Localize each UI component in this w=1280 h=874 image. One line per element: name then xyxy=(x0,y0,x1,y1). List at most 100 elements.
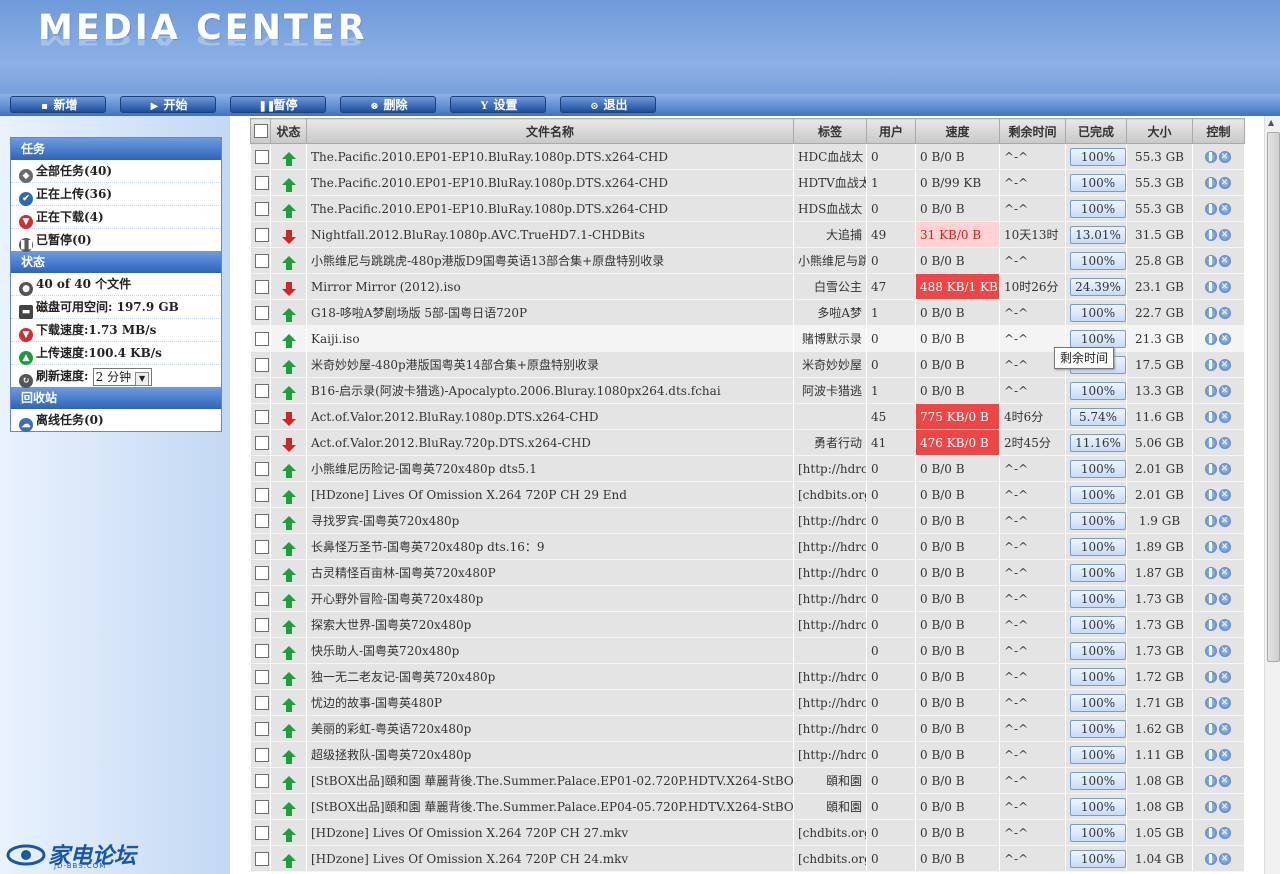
row-filename[interactable]: Mirror Mirror (2012).iso xyxy=(306,273,794,300)
row-filename[interactable]: 长鼻怪万圣节-国粤英720x480p dts.16：9 xyxy=(306,533,794,560)
row-select-cell[interactable] xyxy=(250,533,271,560)
table-row[interactable]: 寻找罗宾-国粤英720x480p[http://hdroad.c00 B/0 B… xyxy=(250,507,1245,534)
col-status[interactable]: 状态 xyxy=(270,118,307,144)
pause-task-icon[interactable]: ❚ xyxy=(1204,151,1217,163)
pause-task-icon[interactable]: ❚ xyxy=(1204,645,1217,657)
pause-task-icon[interactable]: ❚ xyxy=(1204,593,1217,605)
pause-task-icon[interactable]: ❚ xyxy=(1204,697,1217,709)
table-row[interactable]: [HDzone] Lives Of Omission X.264 720P CH… xyxy=(250,845,1245,872)
row-checkbox[interactable] xyxy=(254,669,269,684)
table-row[interactable]: Act.of.Valor.2012.BluRay.720p.DTS.x264-C… xyxy=(250,429,1245,456)
row-select-cell[interactable] xyxy=(250,169,271,196)
remove-task-icon[interactable]: ✕ xyxy=(1218,775,1231,787)
pause-task-icon[interactable]: ❚ xyxy=(1204,177,1217,189)
toolbar-button-1[interactable]: ▶ 开始 xyxy=(120,96,216,113)
col-filename[interactable]: 文件名称 xyxy=(306,118,794,144)
row-checkbox[interactable] xyxy=(254,149,269,164)
row-select-cell[interactable] xyxy=(250,559,271,586)
row-checkbox[interactable] xyxy=(254,747,269,762)
remove-task-icon[interactable]: ✕ xyxy=(1218,645,1231,657)
select-all-header[interactable] xyxy=(250,118,271,144)
row-checkbox[interactable] xyxy=(254,565,269,580)
row-select-cell[interactable] xyxy=(250,793,271,820)
remove-task-icon[interactable]: ✕ xyxy=(1218,437,1231,449)
row-select-cell[interactable] xyxy=(250,143,271,170)
row-filename[interactable]: Kaiji.iso xyxy=(306,325,794,352)
table-row[interactable]: [HDzone] Lives Of Omission X.264 720P CH… xyxy=(250,481,1245,508)
col-speed[interactable]: 速度 xyxy=(915,118,1000,144)
pause-task-icon[interactable]: ❚ xyxy=(1204,567,1217,579)
row-checkbox[interactable] xyxy=(254,461,269,476)
row-checkbox[interactable] xyxy=(254,721,269,736)
pause-task-icon[interactable]: ❚ xyxy=(1204,853,1217,865)
table-row[interactable]: Act.of.Valor.2012.BluRay.1080p.DTS.x264-… xyxy=(250,403,1245,430)
row-filename[interactable]: The.Pacific.2010.EP01-EP10.BluRay.1080p.… xyxy=(306,195,794,222)
remove-task-icon[interactable]: ✕ xyxy=(1218,385,1231,397)
toolbar-button-2[interactable]: ❚❚暂停 xyxy=(230,96,326,113)
row-filename[interactable]: 快乐助人-国粤英720x480p xyxy=(306,637,794,664)
col-size[interactable]: 大小 xyxy=(1126,118,1193,144)
toolbar-button-4[interactable]: Y 设置 xyxy=(450,96,546,113)
row-select-cell[interactable] xyxy=(250,715,271,742)
table-row[interactable]: 独一无二老友记-国粤英720x480p[http://hdroad.c00 B/… xyxy=(250,663,1245,690)
row-checkbox[interactable] xyxy=(254,825,269,840)
remove-task-icon[interactable]: ✕ xyxy=(1218,567,1231,579)
row-filename[interactable]: G18-哆啦A梦剧场版 5部-国粤日语720P xyxy=(306,299,794,326)
vertical-scrollbar[interactable]: ▲ xyxy=(1264,116,1280,874)
remove-task-icon[interactable]: ✕ xyxy=(1218,593,1231,605)
pause-task-icon[interactable]: ❚ xyxy=(1204,749,1217,761)
remove-task-icon[interactable]: ✕ xyxy=(1218,853,1231,865)
row-select-cell[interactable] xyxy=(250,455,271,482)
table-row[interactable]: The.Pacific.2010.EP01-EP10.BluRay.1080p.… xyxy=(250,169,1245,196)
pause-task-icon[interactable]: ❚ xyxy=(1204,411,1217,423)
row-checkbox[interactable] xyxy=(254,279,269,294)
remove-task-icon[interactable]: ✕ xyxy=(1218,307,1231,319)
row-filename[interactable]: 开心野外冒险-国粤英720x480p xyxy=(306,585,794,612)
scrollbar-thumb[interactable] xyxy=(1267,132,1280,662)
pause-task-icon[interactable]: ❚ xyxy=(1204,775,1217,787)
table-row[interactable]: B16-启示录(阿波卡猎逃)-Apocalypto.2006.Bluray.10… xyxy=(250,377,1245,404)
row-checkbox[interactable] xyxy=(254,357,269,372)
row-filename[interactable]: [HDzone] Lives Of Omission X.264 720P CH… xyxy=(306,481,794,508)
pause-task-icon[interactable]: ❚ xyxy=(1204,385,1217,397)
remove-task-icon[interactable]: ✕ xyxy=(1218,177,1231,189)
row-select-cell[interactable] xyxy=(250,767,271,794)
row-select-cell[interactable] xyxy=(250,247,271,274)
row-select-cell[interactable] xyxy=(250,637,271,664)
row-select-cell[interactable] xyxy=(250,403,271,430)
pause-task-icon[interactable]: ❚ xyxy=(1204,463,1217,475)
row-checkbox[interactable] xyxy=(254,643,269,658)
row-filename[interactable]: [HDzone] Lives Of Omission X.264 720P CH… xyxy=(306,819,794,846)
row-select-cell[interactable] xyxy=(250,611,271,638)
row-checkbox[interactable] xyxy=(254,201,269,216)
row-filename[interactable]: The.Pacific.2010.EP01-EP10.BluRay.1080p.… xyxy=(306,143,794,170)
table-row[interactable]: 开心野外冒险-国粤英720x480p[http://hdroad.c00 B/0… xyxy=(250,585,1245,612)
remove-task-icon[interactable]: ✕ xyxy=(1218,463,1231,475)
row-checkbox[interactable] xyxy=(254,305,269,320)
row-select-cell[interactable] xyxy=(250,429,271,456)
remove-task-icon[interactable]: ✕ xyxy=(1218,541,1231,553)
sidebar-item-task-2[interactable]: ▼ 正在下载(4) xyxy=(11,206,221,229)
pause-task-icon[interactable]: ❚ xyxy=(1204,515,1217,527)
row-select-cell[interactable] xyxy=(250,221,271,248)
table-row[interactable]: 小熊维尼历险记-国粤英720x480p dts5.1[http://hdroad… xyxy=(250,455,1245,482)
row-select-cell[interactable] xyxy=(250,663,271,690)
row-select-cell[interactable] xyxy=(250,351,271,378)
remove-task-icon[interactable]: ✕ xyxy=(1218,723,1231,735)
pause-task-icon[interactable]: ❚ xyxy=(1204,333,1217,345)
pause-task-icon[interactable]: ❚ xyxy=(1204,203,1217,215)
col-tag[interactable]: 标签 xyxy=(793,118,867,144)
pause-task-icon[interactable]: ❚ xyxy=(1204,827,1217,839)
table-row[interactable]: 快乐助人-国粤英720x480p 0 0 B/0 B ^-^ 100% 1.73 GB ❚ ✕ xyxy=(250,637,1245,664)
refresh-rate-select[interactable]: 2 分钟 ▼ xyxy=(92,367,153,386)
pause-task-icon[interactable]: ❚ xyxy=(1204,437,1217,449)
row-filename[interactable]: 美丽的彩虹-粤英语720x480p xyxy=(306,715,794,742)
toolbar-button-3[interactable]: ⊗ 删除 xyxy=(340,96,436,113)
row-filename[interactable]: The.Pacific.2010.EP01-EP10.BluRay.1080p.… xyxy=(306,169,794,196)
table-row[interactable]: 美丽的彩虹-粤英语720x480p[http://hdroad.c00 B/0 … xyxy=(250,715,1245,742)
row-checkbox[interactable] xyxy=(254,513,269,528)
pause-task-icon[interactable]: ❚ xyxy=(1204,281,1217,293)
row-filename[interactable]: Nightfall.2012.BluRay.1080p.AVC.TrueHD7.… xyxy=(306,221,794,248)
col-completed[interactable]: 已完成 xyxy=(1065,118,1127,144)
pause-task-icon[interactable]: ❚ xyxy=(1204,489,1217,501)
